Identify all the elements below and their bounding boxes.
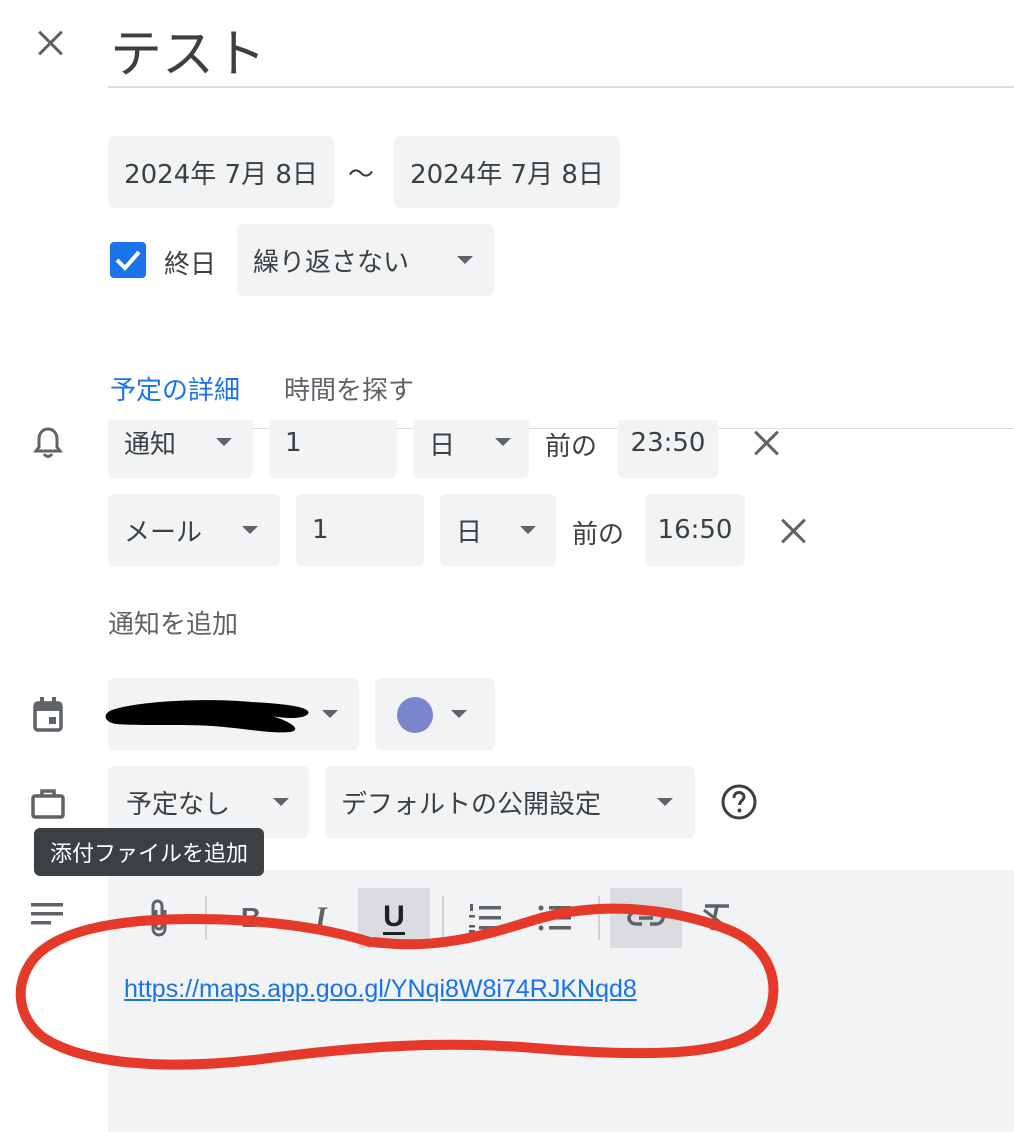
remove-notification-icon[interactable] [752,428,782,458]
link-button[interactable] [610,888,682,948]
chevron-down-icon [495,438,511,446]
calendar-icon [33,697,63,732]
numbered-list-button[interactable] [460,888,510,948]
chevron-down-icon [457,256,473,264]
tooltip: 添付ファイルを追加 [34,828,265,876]
calendar-select[interactable] [105,678,359,750]
notification-time-field[interactable]: 16:50 [645,494,745,566]
numbered-list-icon [469,904,501,933]
underline-button[interactable]: U [358,888,430,948]
clear-formatting-icon [703,904,731,932]
chevron-down-icon [520,526,536,534]
add-notification-link[interactable]: 通知を追加 [108,604,238,641]
close-icon[interactable] [36,28,66,58]
notification-unit-select[interactable]: 日 [440,494,556,566]
end-date-field[interactable]: 2024年 7月 8日 [394,136,620,208]
start-date-field[interactable]: 2024年 7月 8日 [108,136,334,208]
notification-amount-input[interactable]: 1 [269,420,397,478]
clear-formatting-button[interactable] [692,888,742,948]
availability-value: 予定なし [126,789,231,820]
notification-unit-value: 日 [456,517,483,548]
chevron-down-icon [242,526,258,534]
italic-button[interactable]: I [296,888,346,948]
description-icon [31,903,63,925]
italic-label: I [315,901,327,934]
chevron-down-icon [216,438,232,446]
briefcase-icon [31,789,65,819]
toolbar-divider [205,896,207,940]
event-color-select[interactable] [375,678,495,750]
toolbar-divider [442,896,444,940]
chevron-down-icon [657,798,673,806]
tab-find-time[interactable]: 時間を探す [284,370,414,407]
notification-amount-input[interactable]: 1 [296,494,424,566]
bell-icon [33,427,63,458]
toolbar-divider [598,896,600,940]
notification-type-value: 通知 [124,429,177,460]
notification-amount-value: 1 [285,428,302,458]
help-icon[interactable] [720,783,758,821]
notification-time-field[interactable]: 23:50 [618,420,718,478]
notification-amount-value: 1 [312,515,329,545]
chevron-down-icon [273,798,289,806]
tab-details-label: 予定の詳細 [110,376,241,406]
tooltip-text: 添付ファイルを追加 [50,842,249,867]
visibility-select[interactable]: デフォルトの公開設定 [325,766,695,838]
recurrence-select[interactable]: 繰り返さない [237,224,494,296]
start-date: 2024年 7月 8日 [124,159,318,190]
recurrence-value: 繰り返さない [253,247,410,278]
underline-label: U [383,899,405,935]
bold-label: B [240,902,262,933]
notification-type-select[interactable]: メール [108,494,280,566]
notification-unit-value: 日 [429,430,456,461]
allday-checkbox[interactable] [110,242,146,278]
bulleted-list-icon [538,905,571,931]
description-link[interactable]: https://maps.app.goo.gl/YNqi8W8i74RJKNqd… [124,975,637,1004]
notification-before-label: 前の [545,432,598,462]
paperclip-icon [151,899,167,937]
notification-before-label: 前の [572,520,625,550]
bulleted-list-button[interactable] [530,888,580,948]
notification-time-value: 16:50 [657,515,733,545]
notification-type-value: メール [124,517,203,548]
event-title-field[interactable]: テスト [108,0,1014,88]
link-icon [627,910,665,926]
redaction-mark [105,700,309,733]
check-icon [115,250,141,271]
notification-type-select[interactable]: 通知 [108,420,253,478]
color-swatch [397,697,433,733]
event-title: テスト [110,25,267,85]
chevron-down-icon [322,710,338,718]
visibility-value: デフォルトの公開設定 [341,789,602,820]
attach-button[interactable] [134,888,184,948]
end-date: 2024年 7月 8日 [410,159,604,190]
chevron-down-icon [451,710,467,718]
notification-time-value: 23:50 [630,428,706,458]
notification-unit-select[interactable]: 日 [413,420,529,478]
date-separator: 〜 [348,160,375,190]
remove-notification-icon[interactable] [779,516,809,546]
bold-button[interactable]: B [226,888,276,948]
allday-label: 終日 [164,250,217,280]
